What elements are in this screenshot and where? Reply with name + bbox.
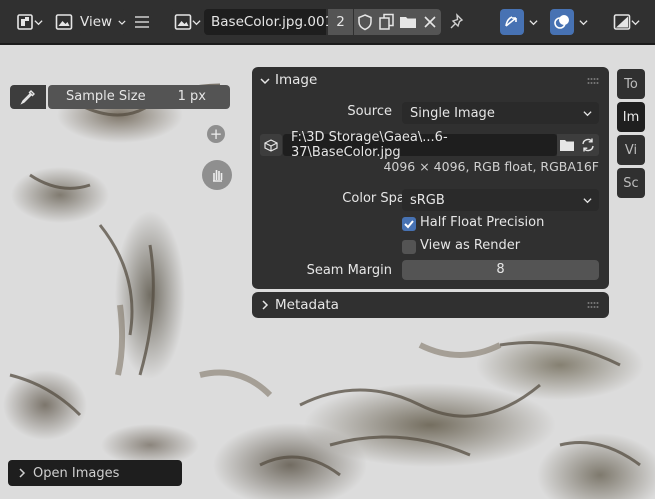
tab-tool-label: To: [624, 76, 638, 92]
folder-icon: [400, 17, 416, 28]
seam-margin-value: 8: [496, 262, 505, 277]
package-icon: [264, 139, 278, 152]
display-channels-icon: [613, 14, 630, 30]
editor-header: View BaseColor.jpg.001 2: [0, 0, 655, 44]
user-count-badge[interactable]: 2: [328, 9, 353, 35]
fake-user-button[interactable]: [354, 9, 376, 35]
tab-image[interactable]: Im: [617, 102, 645, 132]
view-as-render-checkbox[interactable]: [402, 240, 416, 254]
gizmo-toggle[interactable]: [500, 9, 524, 35]
overlays-icon: [554, 15, 569, 29]
image-panel-title: Image: [275, 72, 318, 88]
pin-icon: [450, 13, 464, 29]
editor-type-dropdown[interactable]: [10, 9, 48, 35]
menu-hamburger-button[interactable]: [132, 9, 152, 35]
view-menu-label: View: [80, 14, 113, 30]
seam-margin-label: Seam Margin: [306, 263, 392, 278]
tab-scopes[interactable]: Sc: [617, 168, 645, 198]
sample-tool-button[interactable]: [10, 85, 46, 109]
image-icon: [174, 14, 191, 30]
hamburger-icon: [135, 16, 149, 28]
metadata-panel[interactable]: Metadata: [252, 292, 609, 318]
chevron-down-icon: [33, 19, 43, 25]
chevron-down-icon: [260, 78, 270, 85]
overlays-options-dropdown[interactable]: [574, 9, 592, 35]
chevron-down-icon: [578, 19, 588, 25]
seam-margin-field[interactable]: 8: [402, 260, 599, 280]
duplicate-icon: [379, 13, 394, 30]
tab-view-label: Vi: [624, 142, 638, 158]
image-editor-icon: [16, 14, 33, 30]
tab-image-label: Im: [622, 109, 640, 125]
source-dropdown[interactable]: Single Image: [402, 102, 599, 124]
gizmo-options-dropdown[interactable]: [524, 9, 542, 35]
folder-icon: [560, 140, 574, 151]
hand-icon: [213, 170, 223, 182]
source-value: Single Image: [410, 105, 495, 121]
image-mode-button[interactable]: [54, 9, 74, 35]
drag-grip-icon[interactable]: [587, 77, 599, 85]
pack-image-button[interactable]: [260, 134, 282, 156]
display-channels-dropdown[interactable]: [606, 9, 646, 35]
view-as-render-label[interactable]: View as Render: [420, 238, 520, 253]
shield-icon: [358, 14, 372, 31]
eyedropper-icon: [20, 90, 35, 105]
view-menu[interactable]: View: [78, 9, 126, 35]
open-images-label: Open Images: [33, 465, 120, 481]
browse-file-button[interactable]: [557, 134, 577, 156]
image-icon: [55, 14, 73, 30]
gizmo-icon: [505, 16, 517, 27]
overlays-toggle[interactable]: [550, 9, 574, 35]
sample-size-value: 1 px: [177, 89, 206, 104]
tab-tool[interactable]: To: [617, 69, 645, 99]
unlink-image-button[interactable]: [419, 9, 441, 35]
filepath-value: F:\3D Storage\Gaea\...6-37\BaseColor.jpg: [291, 130, 448, 160]
chevron-right-icon: [19, 468, 26, 478]
sample-size-label: Sample Size: [66, 89, 146, 104]
image-info: 4096 × 4096, RGB float, RGBA16F: [383, 159, 599, 174]
image-name: BaseColor.jpg.001: [211, 14, 334, 30]
pin-button[interactable]: [446, 9, 468, 35]
reload-button[interactable]: [577, 134, 599, 156]
image-name-field[interactable]: BaseColor.jpg.001: [204, 9, 333, 35]
image-viewport[interactable]: Sample Size 1 px + Image Source Single I…: [0, 45, 655, 499]
chevron-down-icon: [583, 198, 592, 204]
user-count-value: 2: [336, 14, 345, 30]
close-icon: [424, 16, 436, 28]
chevron-down-icon: [528, 19, 538, 25]
image-properties-panel: Image Source Single Image F:\3D Storage\…: [252, 67, 609, 289]
tab-scopes-label: Sc: [623, 175, 639, 191]
open-image-button[interactable]: [397, 9, 419, 35]
pan-gizmo[interactable]: [202, 160, 232, 190]
filepath-field[interactable]: F:\3D Storage\Gaea\...6-37\BaseColor.jpg: [283, 130, 557, 160]
sample-size-field[interactable]: Sample Size 1 px: [48, 85, 230, 109]
reload-icon: [582, 138, 594, 152]
color-space-value: sRGB: [410, 192, 445, 208]
chevron-down-icon: [630, 19, 640, 25]
checkmark-icon: [404, 220, 414, 229]
duplicate-image-button[interactable]: [376, 9, 397, 35]
chevron-down-icon: [583, 111, 592, 117]
half-float-label[interactable]: Half Float Precision: [420, 215, 544, 230]
source-label: Source: [347, 104, 392, 119]
open-images-panel[interactable]: Open Images: [8, 460, 182, 486]
drag-grip-icon[interactable]: [587, 301, 599, 309]
browse-image-button[interactable]: [170, 9, 204, 35]
metadata-panel-title: Metadata: [275, 297, 339, 313]
half-float-checkbox[interactable]: [402, 217, 416, 231]
image-panel-header[interactable]: Image: [252, 67, 609, 94]
chevron-down-icon: [118, 19, 126, 25]
color-space-dropdown[interactable]: sRGB: [402, 189, 599, 211]
chevron-right-icon: [262, 300, 269, 310]
zoom-gizmo[interactable]: +: [207, 125, 225, 143]
tab-view[interactable]: Vi: [617, 135, 645, 165]
chevron-down-icon: [191, 19, 201, 25]
